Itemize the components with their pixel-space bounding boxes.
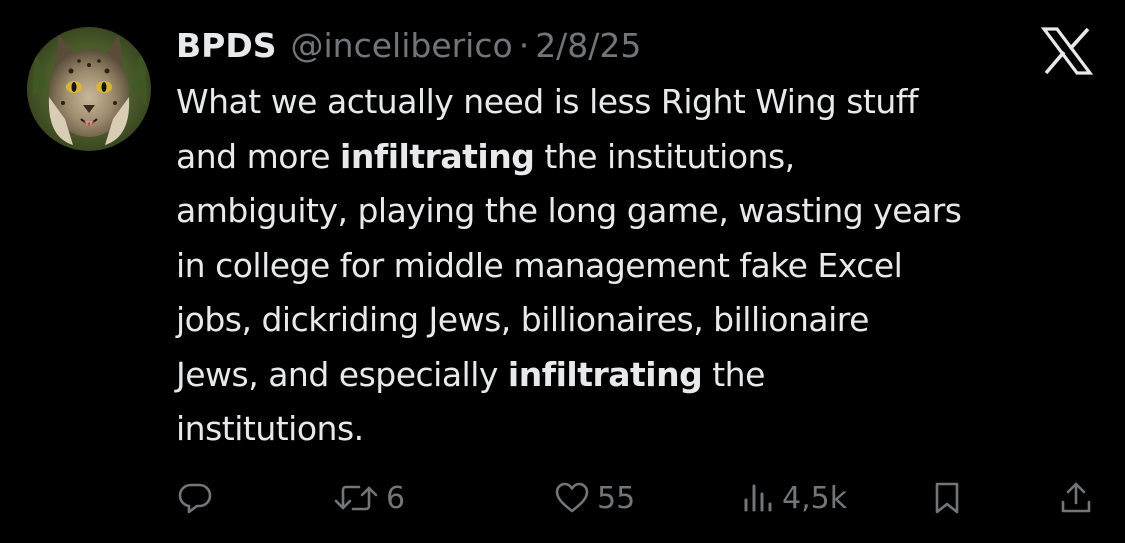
- separator-dot: ·: [518, 26, 530, 65]
- reply-icon: [177, 480, 213, 516]
- tweet-header: BPDS @inceliberico · 2/8/25: [176, 22, 641, 70]
- views-count: 4,5k: [782, 480, 848, 516]
- bold-word: infiltrating: [507, 354, 703, 394]
- heart-icon: [553, 480, 591, 516]
- text-line: institutions.: [176, 409, 364, 448]
- repost-icon: [332, 480, 380, 516]
- repost-button[interactable]: 6: [332, 470, 405, 526]
- views-icon: [742, 480, 776, 516]
- like-button[interactable]: 55: [553, 470, 635, 526]
- text-line: What we actually need is less Right Wing…: [176, 82, 919, 121]
- text-line: ambiguity, playing the long game, wastin…: [176, 191, 962, 230]
- reply-button[interactable]: [177, 470, 213, 526]
- tweet-text: What we actually need is less Right Wing…: [176, 75, 1111, 457]
- user-handle[interactable]: @inceliberico: [291, 22, 513, 70]
- views-button[interactable]: 4,5k: [742, 470, 847, 526]
- display-name[interactable]: BPDS: [176, 22, 277, 70]
- action-bar: 6 55 4,5k: [0, 470, 1125, 526]
- share-button[interactable]: [1058, 470, 1094, 526]
- avatar[interactable]: [27, 27, 151, 151]
- repost-count: 6: [386, 480, 406, 516]
- text-line: jobs, dickriding Jews, billionaires, bil…: [176, 300, 869, 339]
- tweet-date[interactable]: 2/8/25: [535, 22, 641, 70]
- bookmark-button[interactable]: [931, 470, 963, 526]
- like-count: 55: [597, 480, 636, 516]
- x-logo-icon: [1040, 27, 1094, 75]
- bookmark-icon: [931, 480, 963, 516]
- bold-word: infiltrating: [340, 136, 535, 176]
- text-line: and more infiltrating the institutions,: [176, 136, 795, 176]
- text-line: in college for middle management fake Ex…: [176, 245, 903, 285]
- text-line: Jews, and especially infiltrating the: [176, 354, 765, 394]
- share-icon: [1058, 480, 1094, 516]
